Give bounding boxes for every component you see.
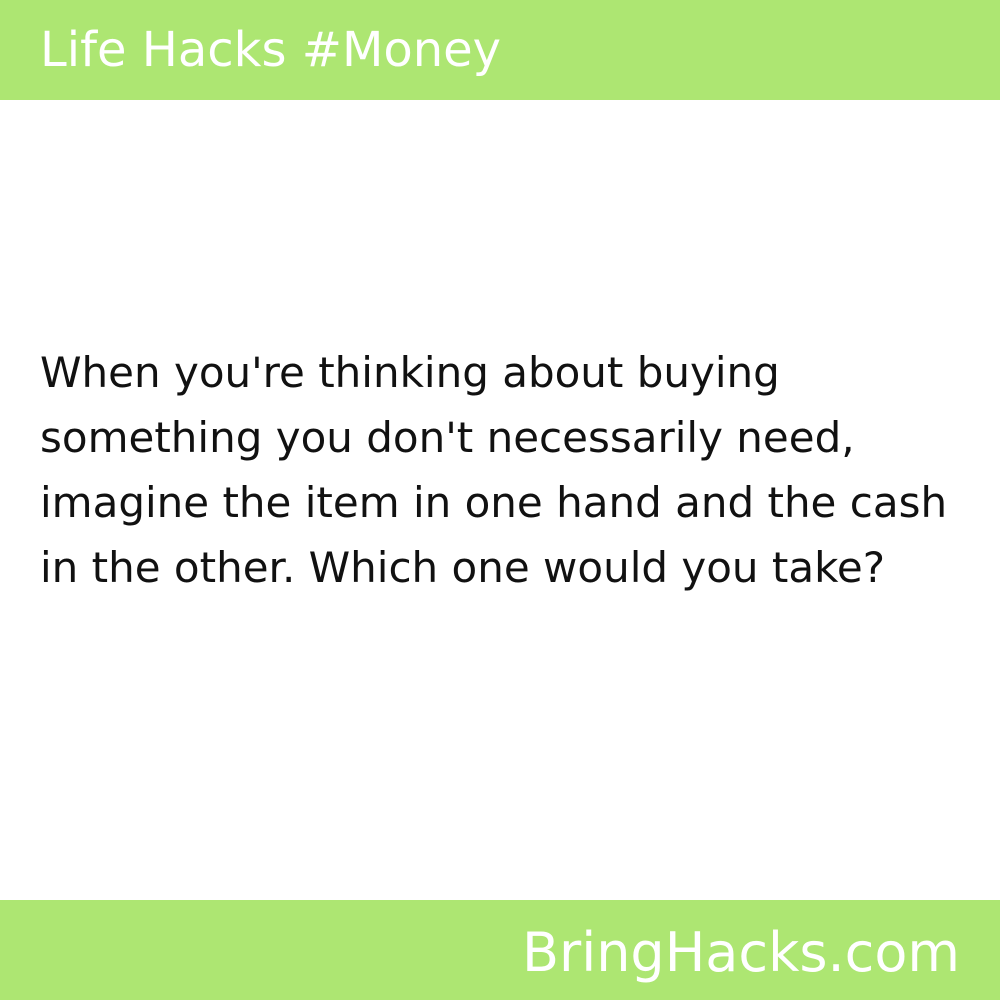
header-bar: Life Hacks #Money [0, 0, 1000, 100]
tip-text: When you're thinking about buying someth… [40, 348, 948, 592]
site-name: BringHacks.com [521, 921, 960, 984]
page-title: Life Hacks #Money [40, 22, 502, 78]
footer-bar: BringHacks.com [0, 900, 1000, 1000]
